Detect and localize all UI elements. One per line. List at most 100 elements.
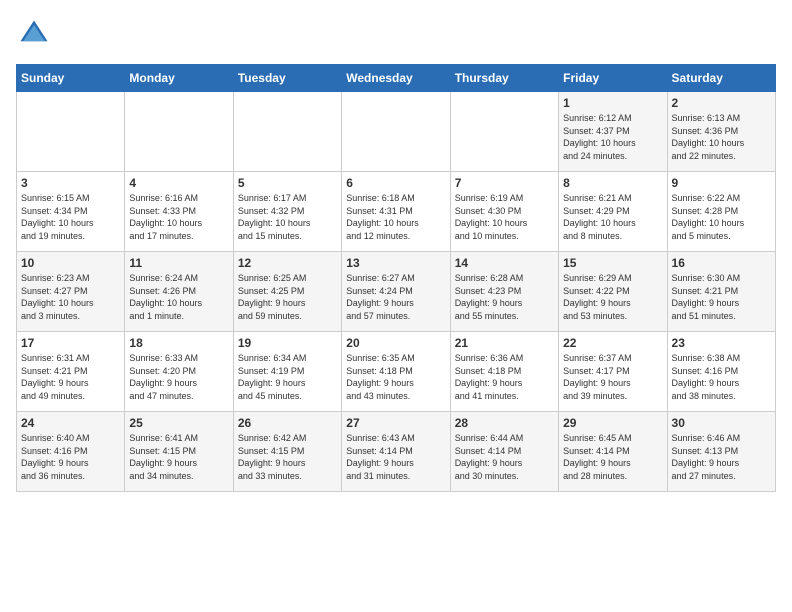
day-number: 5 xyxy=(238,176,337,190)
calendar-cell xyxy=(17,92,125,172)
day-number: 29 xyxy=(563,416,662,430)
day-info: Sunrise: 6:37 AM Sunset: 4:17 PM Dayligh… xyxy=(563,352,662,402)
calendar-cell: 1 Sunrise: 6:12 AM Sunset: 4:37 PM Daylig… xyxy=(559,92,667,172)
day-number: 26 xyxy=(238,416,337,430)
header-wednesday: Wednesday xyxy=(342,65,450,92)
day-info: Sunrise: 6:13 AM Sunset: 4:36 PM Dayligh… xyxy=(672,112,771,162)
calendar-cell: 4 Sunrise: 6:16 AM Sunset: 4:33 PM Daylig… xyxy=(125,172,233,252)
calendar-cell: 2 Sunrise: 6:13 AM Sunset: 4:36 PM Daylig… xyxy=(667,92,775,172)
day-info: Sunrise: 6:23 AM Sunset: 4:27 PM Dayligh… xyxy=(21,272,120,322)
day-info: Sunrise: 6:38 AM Sunset: 4:16 PM Dayligh… xyxy=(672,352,771,402)
calendar-cell xyxy=(342,92,450,172)
day-number: 9 xyxy=(672,176,771,190)
calendar-table: SundayMondayTuesdayWednesdayThursdayFrid… xyxy=(16,64,776,492)
day-info: Sunrise: 6:27 AM Sunset: 4:24 PM Dayligh… xyxy=(346,272,445,322)
day-info: Sunrise: 6:30 AM Sunset: 4:21 PM Dayligh… xyxy=(672,272,771,322)
day-number: 13 xyxy=(346,256,445,270)
calendar-cell xyxy=(450,92,558,172)
day-info: Sunrise: 6:28 AM Sunset: 4:23 PM Dayligh… xyxy=(455,272,554,322)
calendar-cell: 17 Sunrise: 6:31 AM Sunset: 4:21 PM Dayli… xyxy=(17,332,125,412)
calendar-cell: 21 Sunrise: 6:36 AM Sunset: 4:18 PM Dayli… xyxy=(450,332,558,412)
calendar-cell: 13 Sunrise: 6:27 AM Sunset: 4:24 PM Dayli… xyxy=(342,252,450,332)
day-number: 23 xyxy=(672,336,771,350)
calendar-cell: 15 Sunrise: 6:29 AM Sunset: 4:22 PM Dayli… xyxy=(559,252,667,332)
calendar-cell: 5 Sunrise: 6:17 AM Sunset: 4:32 PM Daylig… xyxy=(233,172,341,252)
header-thursday: Thursday xyxy=(450,65,558,92)
day-number: 12 xyxy=(238,256,337,270)
day-info: Sunrise: 6:12 AM Sunset: 4:37 PM Dayligh… xyxy=(563,112,662,162)
day-number: 24 xyxy=(21,416,120,430)
day-number: 8 xyxy=(563,176,662,190)
day-info: Sunrise: 6:33 AM Sunset: 4:20 PM Dayligh… xyxy=(129,352,228,402)
calendar-cell: 11 Sunrise: 6:24 AM Sunset: 4:26 PM Dayli… xyxy=(125,252,233,332)
day-info: Sunrise: 6:22 AM Sunset: 4:28 PM Dayligh… xyxy=(672,192,771,242)
calendar-cell: 9 Sunrise: 6:22 AM Sunset: 4:28 PM Daylig… xyxy=(667,172,775,252)
calendar-cell: 3 Sunrise: 6:15 AM Sunset: 4:34 PM Daylig… xyxy=(17,172,125,252)
calendar-cell: 8 Sunrise: 6:21 AM Sunset: 4:29 PM Daylig… xyxy=(559,172,667,252)
day-info: Sunrise: 6:42 AM Sunset: 4:15 PM Dayligh… xyxy=(238,432,337,482)
calendar-cell: 20 Sunrise: 6:35 AM Sunset: 4:18 PM Dayli… xyxy=(342,332,450,412)
calendar-cell: 16Sunrise: 6:30 AM Sunset: 4:21 PM Dayli… xyxy=(667,252,775,332)
calendar-week-4: 17 Sunrise: 6:31 AM Sunset: 4:21 PM Dayli… xyxy=(17,332,776,412)
day-info: Sunrise: 6:15 AM Sunset: 4:34 PM Dayligh… xyxy=(21,192,120,242)
day-info: Sunrise: 6:40 AM Sunset: 4:16 PM Dayligh… xyxy=(21,432,120,482)
day-number: 21 xyxy=(455,336,554,350)
header-sunday: Sunday xyxy=(17,65,125,92)
day-info: Sunrise: 6:18 AM Sunset: 4:31 PM Dayligh… xyxy=(346,192,445,242)
calendar-cell xyxy=(125,92,233,172)
day-number: 19 xyxy=(238,336,337,350)
day-info: Sunrise: 6:34 AM Sunset: 4:19 PM Dayligh… xyxy=(238,352,337,402)
logo-icon xyxy=(16,16,52,52)
calendar-week-1: 1 Sunrise: 6:12 AM Sunset: 4:37 PM Daylig… xyxy=(17,92,776,172)
day-number: 17 xyxy=(21,336,120,350)
day-info: Sunrise: 6:21 AM Sunset: 4:29 PM Dayligh… xyxy=(563,192,662,242)
day-info: Sunrise: 6:17 AM Sunset: 4:32 PM Dayligh… xyxy=(238,192,337,242)
calendar-cell: 12Sunrise: 6:25 AM Sunset: 4:25 PM Dayli… xyxy=(233,252,341,332)
day-number: 30 xyxy=(672,416,771,430)
header-friday: Friday xyxy=(559,65,667,92)
day-number: 25 xyxy=(129,416,228,430)
day-number: 2 xyxy=(672,96,771,110)
day-number: 14 xyxy=(455,256,554,270)
header-tuesday: Tuesday xyxy=(233,65,341,92)
calendar-cell: 26 Sunrise: 6:42 AM Sunset: 4:15 PM Dayli… xyxy=(233,412,341,492)
day-info: Sunrise: 6:19 AM Sunset: 4:30 PM Dayligh… xyxy=(455,192,554,242)
day-number: 22 xyxy=(563,336,662,350)
logo xyxy=(16,16,56,52)
day-number: 27 xyxy=(346,416,445,430)
day-info: Sunrise: 6:29 AM Sunset: 4:22 PM Dayligh… xyxy=(563,272,662,322)
day-info: Sunrise: 6:16 AM Sunset: 4:33 PM Dayligh… xyxy=(129,192,228,242)
calendar-cell: 29 Sunrise: 6:45 AM Sunset: 4:14 PM Dayli… xyxy=(559,412,667,492)
header-saturday: Saturday xyxy=(667,65,775,92)
day-number: 20 xyxy=(346,336,445,350)
day-info: Sunrise: 6:35 AM Sunset: 4:18 PM Dayligh… xyxy=(346,352,445,402)
calendar-week-2: 3 Sunrise: 6:15 AM Sunset: 4:34 PM Daylig… xyxy=(17,172,776,252)
calendar-cell: 25Sunrise: 6:41 AM Sunset: 4:15 PM Dayli… xyxy=(125,412,233,492)
calendar-cell: 22 Sunrise: 6:37 AM Sunset: 4:17 PM Dayli… xyxy=(559,332,667,412)
day-info: Sunrise: 6:24 AM Sunset: 4:26 PM Dayligh… xyxy=(129,272,228,322)
calendar-cell: 18 Sunrise: 6:33 AM Sunset: 4:20 PM Dayli… xyxy=(125,332,233,412)
day-number: 15 xyxy=(563,256,662,270)
header-monday: Monday xyxy=(125,65,233,92)
day-number: 3 xyxy=(21,176,120,190)
day-number: 1 xyxy=(563,96,662,110)
day-number: 11 xyxy=(129,256,228,270)
day-info: Sunrise: 6:45 AM Sunset: 4:14 PM Dayligh… xyxy=(563,432,662,482)
page-header xyxy=(16,16,776,52)
day-number: 28 xyxy=(455,416,554,430)
day-info: Sunrise: 6:36 AM Sunset: 4:18 PM Dayligh… xyxy=(455,352,554,402)
day-number: 10 xyxy=(21,256,120,270)
day-info: Sunrise: 6:46 AM Sunset: 4:13 PM Dayligh… xyxy=(672,432,771,482)
day-info: Sunrise: 6:31 AM Sunset: 4:21 PM Dayligh… xyxy=(21,352,120,402)
calendar-cell: 23 Sunrise: 6:38 AM Sunset: 4:16 PM Dayli… xyxy=(667,332,775,412)
calendar-week-5: 24 Sunrise: 6:40 AM Sunset: 4:16 PM Dayli… xyxy=(17,412,776,492)
day-number: 18 xyxy=(129,336,228,350)
day-number: 7 xyxy=(455,176,554,190)
day-info: Sunrise: 6:43 AM Sunset: 4:14 PM Dayligh… xyxy=(346,432,445,482)
calendar-cell: 19 Sunrise: 6:34 AM Sunset: 4:19 PM Dayli… xyxy=(233,332,341,412)
calendar-cell: 24 Sunrise: 6:40 AM Sunset: 4:16 PM Dayli… xyxy=(17,412,125,492)
day-number: 4 xyxy=(129,176,228,190)
calendar-cell: 28 Sunrise: 6:44 AM Sunset: 4:14 PM Dayli… xyxy=(450,412,558,492)
calendar-header-row: SundayMondayTuesdayWednesdayThursdayFrid… xyxy=(17,65,776,92)
day-info: Sunrise: 6:44 AM Sunset: 4:14 PM Dayligh… xyxy=(455,432,554,482)
